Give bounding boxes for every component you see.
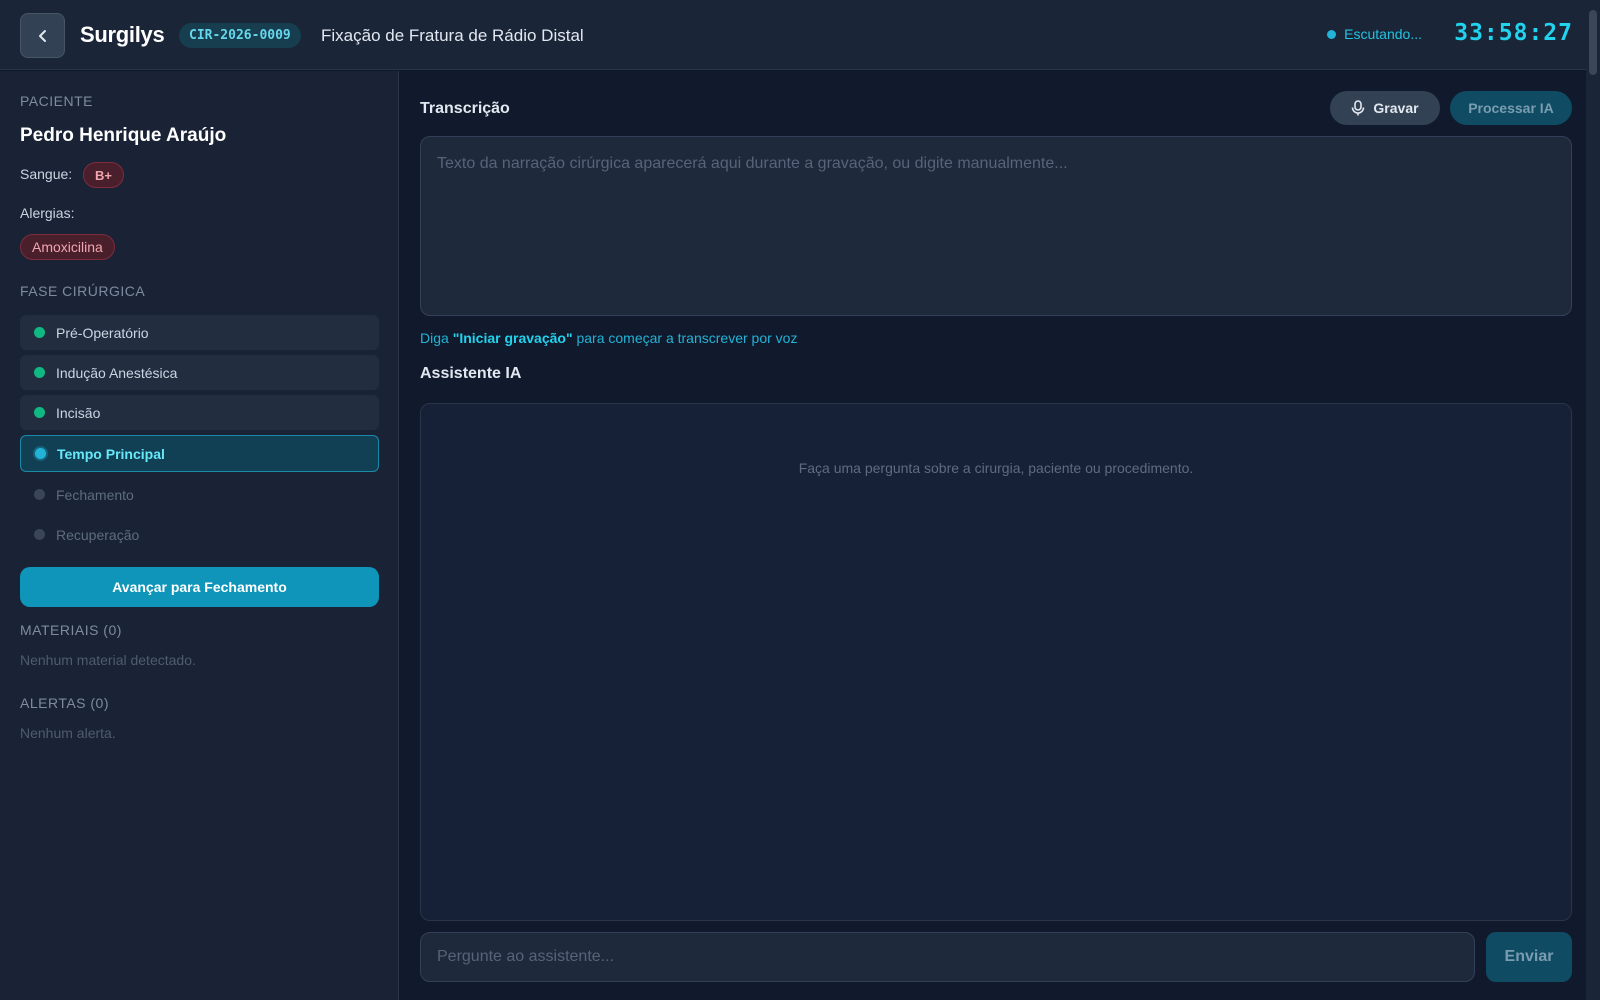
phase-label: Incisão [56,404,101,421]
record-button[interactable]: Gravar [1330,91,1440,125]
case-id-badge: CIR-2026-0009 [179,23,301,48]
phase-done-icon [34,327,45,338]
chevron-left-icon [38,29,46,42]
patient-name: Pedro Henrique Araújo [20,125,227,146]
advance-phase-button[interactable]: Avançar para Fechamento [20,567,379,607]
assistant-empty-text: Faça uma pergunta sobre a cirurgia, paci… [798,460,1194,476]
voice-hint-prefix: Diga [420,330,453,346]
patient-section-title: PACIENTE [20,93,93,109]
phase-active-icon [35,448,46,459]
scrollbar-thumb[interactable] [1589,10,1597,75]
phase-done-icon [34,367,45,378]
phase-label: Fechamento [56,486,134,503]
listening-indicator: Escutando... [1327,26,1422,42]
phase-item-pre-operatorio[interactable]: Pré-Operatório [20,315,379,350]
phase-pending-icon [34,529,45,540]
assistant-question-input[interactable] [420,932,1475,982]
phase-item-recuperacao[interactable]: Recuperação [20,517,379,552]
surgery-timer: 33:58:27 [1454,20,1573,46]
phase-label: Pré-Operatório [56,324,149,341]
assistant-title: Assistente IA [420,365,522,382]
main-panel: Transcrição Gravar Processar IA Diga "In… [400,71,1600,1000]
app-title: Surgilys [80,22,165,47]
phase-item-tempo-principal[interactable]: Tempo Principal [20,435,379,472]
voice-hint: Diga "Iniciar gravação" para começar a t… [420,330,797,346]
allergy-badge: Amoxicilina [20,234,115,260]
page-scrollbar[interactable] [1586,0,1600,1000]
listening-label: Escutando... [1344,26,1422,42]
phase-done-icon [34,407,45,418]
materials-section-title: MATERIAIS (0) [20,622,122,638]
back-button[interactable] [20,13,65,58]
blood-type-badge: B+ [83,162,124,188]
top-header: Surgilys CIR-2026-0009 Fixação de Fratur… [0,0,1600,70]
materials-empty-text: Nenhum material detectado. [20,652,196,668]
phase-item-inducao[interactable]: Indução Anestésica [20,355,379,390]
phase-label: Recuperação [56,526,140,543]
assistant-chat-area: Faça uma pergunta sobre a cirurgia, paci… [420,403,1572,921]
sidebar: PACIENTE Pedro Henrique Araújo Sangue: B… [0,71,399,1000]
record-label: Gravar [1373,100,1419,116]
send-button[interactable]: Enviar [1486,932,1572,982]
phase-label: Tempo Principal [57,445,165,462]
phase-pending-icon [34,489,45,500]
microphone-icon [1352,100,1365,116]
voice-hint-suffix: para começar a transcrever por voz [572,330,798,346]
listening-dot-icon [1327,29,1337,39]
phase-list: Pré-Operatório Indução Anestésica Incisã… [20,315,379,557]
transcription-title: Transcrição [420,100,510,117]
phase-item-incisao[interactable]: Incisão [20,395,379,430]
voice-hint-command: "Iniciar gravação" [452,330,573,346]
phase-label: Indução Anestésica [56,364,178,381]
procedure-title: Fixação de Fratura de Rádio Distal [321,26,584,45]
process-ai-button[interactable]: Processar IA [1450,91,1572,125]
phase-section-title: FASE CIRÚRGICA [20,283,146,299]
transcript-textarea[interactable] [420,136,1572,316]
alerts-empty-text: Nenhum alerta. [20,725,116,741]
alerts-section-title: ALERTAS (0) [20,695,110,711]
allergies-label: Alergias: [20,205,75,221]
phase-item-fechamento[interactable]: Fechamento [20,477,379,512]
blood-label: Sangue: [20,166,73,182]
